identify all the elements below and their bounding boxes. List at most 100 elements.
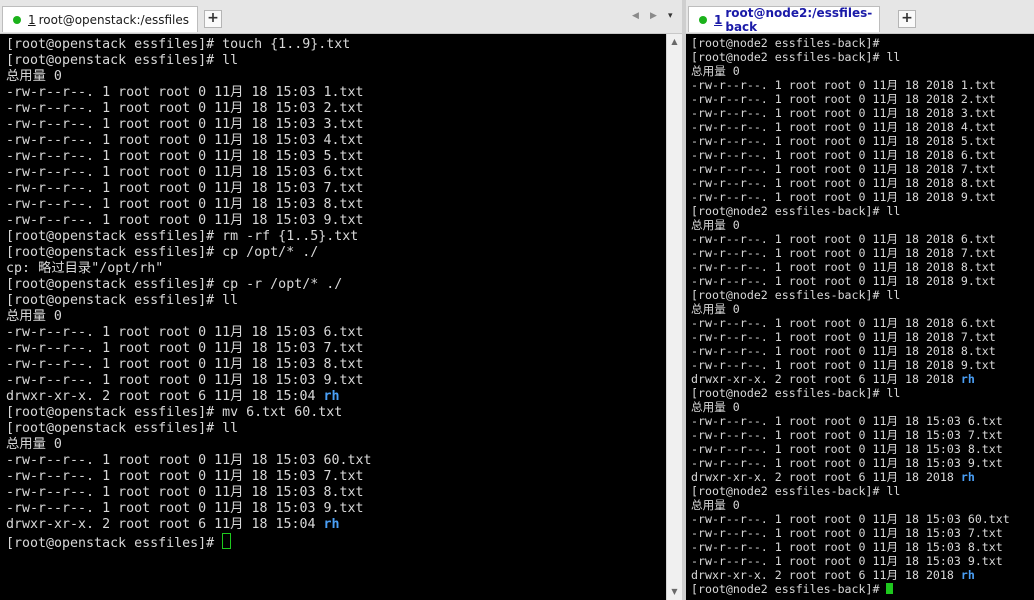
terminal-line: -rw-r--r--. 1 root root 0 11月 18 15:03 6… xyxy=(691,414,1034,428)
terminal-line-text: -rw-r--r--. 1 root root 0 11月 18 15:03 4… xyxy=(6,133,364,148)
left-terminal-pane: 1 root@openstack:/essfiles × + ◀ ▶ ▾ [ro… xyxy=(0,0,682,600)
terminal-line-text: -rw-r--r--. 1 root root 0 11月 18 15:03 9… xyxy=(6,373,364,388)
terminal-line-text: -rw-r--r--. 1 root root 0 11月 18 15:03 6… xyxy=(691,414,1003,428)
terminal-line-text: -rw-r--r--. 1 root root 0 11月 18 2018 8.… xyxy=(691,260,996,274)
terminal-line: [root@node2 essfiles-back]# xyxy=(691,582,1034,596)
terminal-line-text: -rw-r--r--. 1 root root 0 11月 18 15:03 6… xyxy=(6,165,364,180)
terminal-line: [root@node2 essfiles-back]# ll xyxy=(691,50,1034,64)
terminal-line-text: 总用量 0 xyxy=(6,437,62,452)
terminal-line-text: [root@openstack essfiles]# cp /opt/* ./ xyxy=(6,245,319,260)
scroll-up-icon[interactable]: ▲ xyxy=(667,34,682,50)
terminal-line-text: [root@node2 essfiles-back]# xyxy=(691,582,887,596)
terminal-line-text: -rw-r--r--. 1 root root 0 11月 18 2018 1.… xyxy=(691,78,996,92)
terminal-line-text: -rw-r--r--. 1 root root 0 11月 18 15:03 8… xyxy=(691,540,1003,554)
directory-name: rh xyxy=(323,389,340,404)
terminal-line-text: [root@openstack essfiles]# ll xyxy=(6,421,239,436)
terminal-line-text: -rw-r--r--. 1 root root 0 11月 18 15:03 8… xyxy=(691,442,1003,456)
tab-openstack-session[interactable]: 1 root@openstack:/essfiles xyxy=(2,6,198,32)
terminal-line: -rw-r--r--. 1 root root 0 11月 18 2018 4.… xyxy=(691,120,1034,134)
terminal-line: -rw-r--r--. 1 root root 0 11月 18 2018 6.… xyxy=(691,148,1034,162)
terminal-line: -rw-r--r--. 1 root root 0 11月 18 15:03 3… xyxy=(6,117,666,133)
terminal-line-text: 总用量 0 xyxy=(691,302,740,316)
terminal-line: [root@node2 essfiles-back]# xyxy=(691,36,1034,50)
terminal-line-text: -rw-r--r--. 1 root root 0 11月 18 2018 5.… xyxy=(691,134,996,148)
terminal-line: [root@openstack essfiles]# xyxy=(6,533,666,552)
terminal-line: -rw-r--r--. 1 root root 0 11月 18 15:03 8… xyxy=(691,442,1034,456)
terminal-line: -rw-r--r--. 1 root root 0 11月 18 15:03 1… xyxy=(6,85,666,101)
terminal-cursor[interactable] xyxy=(886,583,894,594)
terminal-cursor[interactable] xyxy=(222,533,232,549)
terminal-line-text: [root@openstack essfiles]# cp -r /opt/* … xyxy=(6,277,343,292)
terminal-line: 总用量 0 xyxy=(691,218,1034,232)
terminal-line-text: [root@openstack essfiles]# ll xyxy=(6,293,239,308)
terminal-line-text: -rw-r--r--. 1 root root 0 11月 18 15:03 6… xyxy=(6,453,372,468)
terminal-line: [root@node2 essfiles-back]# ll xyxy=(691,484,1034,498)
terminal-line-text: -rw-r--r--. 1 root root 0 11月 18 15:03 9… xyxy=(6,501,364,516)
tab-title: root@node2:/essfiles-back xyxy=(725,5,873,34)
tab-list-menu-icon[interactable]: ▾ xyxy=(668,11,673,21)
terminal-line: [root@node2 essfiles-back]# ll xyxy=(691,386,1034,400)
tab-number: 1 xyxy=(28,12,36,27)
terminal-line: -rw-r--r--. 1 root root 0 11月 18 15:03 7… xyxy=(6,469,666,485)
add-tab-button[interactable]: + xyxy=(898,10,916,28)
terminal-line-text: [root@node2 essfiles-back]# ll xyxy=(691,484,901,498)
terminal-line: -rw-r--r--. 1 root root 0 11月 18 15:03 4… xyxy=(6,133,666,149)
terminal-line: drwxr-xr-x. 2 root root 6 11月 18 15:04 r… xyxy=(6,389,666,405)
terminal-line-text: 总用量 0 xyxy=(691,218,740,232)
terminal-line: -rw-r--r--. 1 root root 0 11月 18 2018 6.… xyxy=(691,316,1034,330)
terminal-line-text: -rw-r--r--. 1 root root 0 11月 18 15:03 2… xyxy=(6,101,364,116)
right-terminal-pane: 1 root@node2:/essfiles-back + [root@node… xyxy=(686,0,1034,600)
terminal-line-text: -rw-r--r--. 1 root root 0 11月 18 15:03 8… xyxy=(6,197,364,212)
terminal-line: -rw-r--r--. 1 root root 0 11月 18 15:03 9… xyxy=(6,213,666,229)
terminal-line: 总用量 0 xyxy=(691,302,1034,316)
terminal-line-text: [root@node2 essfiles-back]# ll xyxy=(691,288,901,302)
terminal-line: -rw-r--r--. 1 root root 0 11月 18 15:03 7… xyxy=(6,181,666,197)
terminal-line-text: [root@node2 essfiles-back]# ll xyxy=(691,204,901,218)
terminal-line: -rw-r--r--. 1 root root 0 11月 18 2018 7.… xyxy=(691,246,1034,260)
terminal-line: -rw-r--r--. 1 root root 0 11月 18 15:03 6… xyxy=(6,325,666,341)
terminal-line: -rw-r--r--. 1 root root 0 11月 18 2018 9.… xyxy=(691,358,1034,372)
terminal-line-text: [root@openstack essfiles]# mv 6.txt 60.t… xyxy=(6,405,343,420)
terminal-line-text: 总用量 0 xyxy=(691,64,740,78)
tab-scroll-right-icon[interactable]: ▶ xyxy=(650,11,657,21)
terminal-line: [root@openstack essfiles]# ll xyxy=(6,293,666,309)
tab-title: root@openstack:/essfiles xyxy=(38,12,190,27)
terminal-line-text: drwxr-xr-x. 2 root root 6 11月 18 2018 xyxy=(691,568,961,582)
terminal-line-text: -rw-r--r--. 1 root root 0 11月 18 15:03 9… xyxy=(691,456,1003,470)
terminal-line-text: [root@openstack essfiles]# touch {1..9}.… xyxy=(6,37,351,52)
terminal-line: -rw-r--r--. 1 root root 0 11月 18 15:03 9… xyxy=(691,456,1034,470)
terminal-line: drwxr-xr-x. 2 root root 6 11月 18 2018 rh xyxy=(691,372,1034,386)
left-terminal-scrollbar[interactable]: ▲ ▼ xyxy=(666,34,682,600)
terminal-line-text: -rw-r--r--. 1 root root 0 11月 18 15:03 1… xyxy=(6,85,364,100)
terminal-line: 总用量 0 xyxy=(691,64,1034,78)
terminal-line-text: [root@openstack essfiles]# rm -rf {1..5}… xyxy=(6,229,359,244)
terminal-line-text: -rw-r--r--. 1 root root 0 11月 18 15:03 6… xyxy=(691,512,1010,526)
terminal-line-text: -rw-r--r--. 1 root root 0 11月 18 2018 8.… xyxy=(691,344,996,358)
terminal-line-text: -rw-r--r--. 1 root root 0 11月 18 2018 7.… xyxy=(691,330,996,344)
terminal-line-text: [root@node2 essfiles-back]# ll xyxy=(691,50,901,64)
terminal-line: -rw-r--r--. 1 root root 0 11月 18 2018 8.… xyxy=(691,344,1034,358)
terminal-line-text: -rw-r--r--. 1 root root 0 11月 18 15:03 7… xyxy=(6,341,364,356)
session-status-dot-icon xyxy=(13,15,21,24)
left-terminal-output[interactable]: [root@openstack essfiles]# touch {1..9}.… xyxy=(0,34,666,600)
terminal-line-text: drwxr-xr-x. 2 root root 6 11月 18 15:04 xyxy=(6,517,324,532)
terminal-line-text: [root@openstack essfiles]# ll xyxy=(6,53,239,68)
terminal-line-text: -rw-r--r--. 1 root root 0 11月 18 15:03 7… xyxy=(691,526,1003,540)
add-tab-button[interactable]: + xyxy=(204,10,222,28)
terminal-line: 总用量 0 xyxy=(6,69,666,85)
terminal-line-text: -rw-r--r--. 1 root root 0 11月 18 15:03 5… xyxy=(6,149,364,164)
terminal-line-text: -rw-r--r--. 1 root root 0 11月 18 15:03 3… xyxy=(6,117,364,132)
right-terminal-output[interactable]: [root@node2 essfiles-back]# [root@node2 e… xyxy=(686,34,1034,600)
directory-name: rh xyxy=(960,470,975,484)
scroll-down-icon[interactable]: ▼ xyxy=(667,584,682,600)
terminal-line: drwxr-xr-x. 2 root root 6 11月 18 2018 rh xyxy=(691,470,1034,484)
tab-scroll-left-icon[interactable]: ◀ xyxy=(632,11,639,21)
terminal-line: -rw-r--r--. 1 root root 0 11月 18 2018 8.… xyxy=(691,260,1034,274)
terminal-line: -rw-r--r--. 1 root root 0 11月 18 15:03 8… xyxy=(6,357,666,373)
terminal-line: -rw-r--r--. 1 root root 0 11月 18 15:03 5… xyxy=(6,149,666,165)
terminal-line-text: 总用量 0 xyxy=(691,498,740,512)
terminal-line: -rw-r--r--. 1 root root 0 11月 18 15:03 8… xyxy=(691,540,1034,554)
tab-node2-session[interactable]: 1 root@node2:/essfiles-back xyxy=(688,5,880,34)
terminal-line: drwxr-xr-x. 2 root root 6 11月 18 2018 rh xyxy=(691,568,1034,582)
terminal-line: 总用量 0 xyxy=(6,309,666,325)
